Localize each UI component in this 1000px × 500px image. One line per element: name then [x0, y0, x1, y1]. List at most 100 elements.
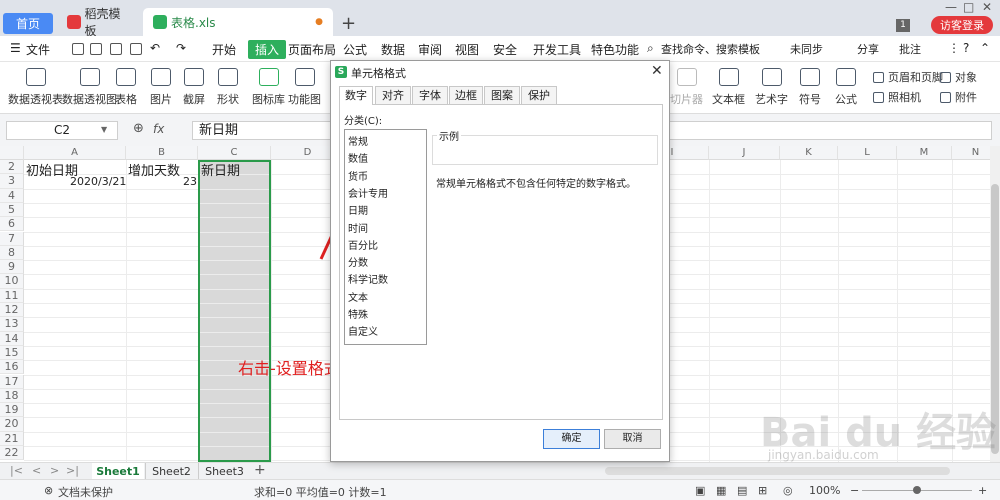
row-header-5[interactable]: 5	[0, 202, 24, 218]
dialog-tab-pattern[interactable]: 图案	[484, 86, 520, 104]
menu-review[interactable]: 审阅	[418, 41, 442, 58]
row-header-14[interactable]: 14	[0, 331, 24, 346]
row-header-3[interactable]: 3	[0, 174, 24, 189]
minimize-icon[interactable]: —	[945, 0, 957, 14]
menu-special[interactable]: 特色功能	[591, 41, 639, 58]
table-button[interactable]: 表格	[115, 68, 137, 107]
category-item[interactable]: 常规	[348, 133, 368, 148]
column-header-m[interactable]: M	[897, 146, 952, 160]
row-header-13[interactable]: 13	[0, 317, 24, 332]
preview-icon[interactable]	[130, 43, 142, 55]
menu-file[interactable]: 文件	[26, 41, 50, 58]
category-item[interactable]: 百分比	[348, 237, 378, 252]
category-list[interactable]: 常规 数值 货币 会计专用 日期 时间 百分比 分数 科学记数 文本 特殊 自定义	[344, 129, 427, 345]
hamburger-icon[interactable]: ☰	[10, 41, 21, 55]
fx-icon[interactable]: fx	[153, 122, 164, 136]
row-header-7[interactable]: 7	[0, 231, 24, 246]
category-item[interactable]: 数值	[348, 150, 368, 165]
maximize-icon[interactable]: □	[963, 0, 974, 14]
tab-template[interactable]: 稻壳模板	[57, 7, 141, 38]
row-header-4[interactable]: 4	[0, 188, 24, 203]
protect-status[interactable]: 文档未保护	[58, 484, 113, 500]
view-break-icon[interactable]: ▤	[737, 484, 747, 497]
art-text-button[interactable]: 艺术字	[755, 68, 788, 107]
column-header-k[interactable]: K	[780, 146, 838, 160]
category-item[interactable]: 文本	[348, 289, 368, 304]
dialog-tab-align[interactable]: 对齐	[375, 86, 411, 104]
dialog-close-icon[interactable]: ✕	[651, 63, 663, 79]
cell-a3[interactable]: 2020/3/21	[70, 175, 126, 188]
dialog-tab-number[interactable]: 数字	[339, 86, 373, 105]
row-header-16[interactable]: 16	[0, 360, 24, 375]
menu-dev-tools[interactable]: 开发工具	[533, 41, 581, 58]
more-icon[interactable]: ⋮	[948, 41, 960, 55]
menu-security[interactable]: 安全	[493, 41, 517, 58]
textbox-button[interactable]: 文本框	[712, 68, 745, 107]
menu-insert[interactable]: 插入	[248, 40, 287, 59]
attachment-button[interactable]: 附件	[940, 89, 977, 105]
category-item[interactable]: 货币	[348, 168, 368, 183]
row-header-21[interactable]: 21	[0, 431, 24, 446]
zoom-level[interactable]: 100%	[809, 484, 840, 497]
formula-button[interactable]: 公式	[835, 68, 857, 107]
zoom-search-icon[interactable]: ⊕	[133, 121, 144, 136]
row-header-11[interactable]: 11	[0, 288, 24, 303]
menu-page-layout[interactable]: 页面布局	[288, 41, 336, 58]
save-icon[interactable]	[72, 43, 84, 55]
view-page-icon[interactable]: ▦	[716, 484, 726, 497]
column-header-b[interactable]: B	[126, 146, 198, 160]
view-reading-icon[interactable]: ⊞	[758, 484, 767, 497]
dialog-tab-protect[interactable]: 保护	[521, 86, 557, 104]
row-header-15[interactable]: 15	[0, 345, 24, 361]
column-header-a[interactable]: A	[24, 146, 126, 160]
command-search[interactable]: 查找命令、搜索模板	[661, 41, 760, 57]
header-footer-button[interactable]: 页眉和页脚	[873, 69, 943, 85]
row-header-18[interactable]: 18	[0, 388, 24, 404]
share-button[interactable]: 分享	[857, 41, 879, 57]
help-icon[interactable]: ?	[963, 41, 969, 55]
category-item[interactable]: 自定义	[348, 323, 378, 338]
row-header-8[interactable]: 8	[0, 245, 24, 261]
sheet-tab-3[interactable]: Sheet3	[198, 463, 250, 480]
category-item[interactable]: 日期	[348, 202, 368, 217]
cell-b2[interactable]: 增加天数	[128, 160, 180, 179]
dialog-tab-border[interactable]: 边框	[449, 86, 483, 104]
row-header-6[interactable]: 6	[0, 217, 24, 232]
horizontal-scrollbar[interactable]	[605, 467, 950, 475]
icon-lib-button[interactable]: 图标库	[252, 68, 285, 107]
category-item[interactable]: 科学记数	[348, 271, 388, 286]
pivot-table-button[interactable]: 数据透视表	[8, 68, 63, 107]
menu-view[interactable]: 视图	[455, 41, 479, 58]
zoom-out-icon[interactable]: −	[850, 484, 859, 497]
symbol-button[interactable]: 符号	[799, 68, 821, 107]
func-chart-button[interactable]: 功能图	[288, 68, 321, 107]
column-header-j[interactable]: J	[709, 146, 780, 160]
next-sheet-icon[interactable]: >	[50, 464, 59, 477]
object-button[interactable]: 对象	[940, 69, 977, 85]
tab-file[interactable]: 表格.xls ●	[143, 8, 333, 36]
row-header-17[interactable]: 17	[0, 374, 24, 389]
undo-icon[interactable]: ↶	[150, 41, 160, 55]
close-window-icon[interactable]: ✕	[982, 0, 992, 14]
login-button[interactable]: 访客登录	[931, 16, 993, 34]
redo-icon[interactable]: ↷	[176, 41, 186, 55]
menu-start[interactable]: 开始	[212, 41, 236, 58]
column-header-l[interactable]: L	[838, 146, 897, 160]
collapse-ribbon-icon[interactable]: ⌃	[980, 41, 990, 55]
column-header-n[interactable]: N	[952, 146, 990, 160]
add-tab-icon[interactable]: +	[341, 13, 356, 34]
shape-button[interactable]: 形状	[217, 68, 239, 107]
last-sheet-icon[interactable]: >|	[66, 464, 79, 477]
picture-button[interactable]: 图片	[150, 68, 172, 107]
view-normal-icon[interactable]: ▣	[695, 484, 705, 497]
first-sheet-icon[interactable]: |<	[10, 464, 23, 477]
pivot-chart-button[interactable]: 数据透视图	[62, 68, 117, 107]
row-header-22[interactable]: 22	[0, 446, 24, 461]
clipper-button[interactable]: 切片器	[670, 68, 703, 107]
sync-status[interactable]: 未同步	[790, 41, 823, 57]
menu-formula[interactable]: 公式	[343, 41, 367, 58]
category-item[interactable]: 时间	[348, 220, 368, 235]
ok-button[interactable]: 确定	[543, 429, 600, 449]
menu-data[interactable]: 数据	[381, 41, 405, 58]
sheet-tab-1[interactable]: Sheet1	[92, 463, 144, 480]
